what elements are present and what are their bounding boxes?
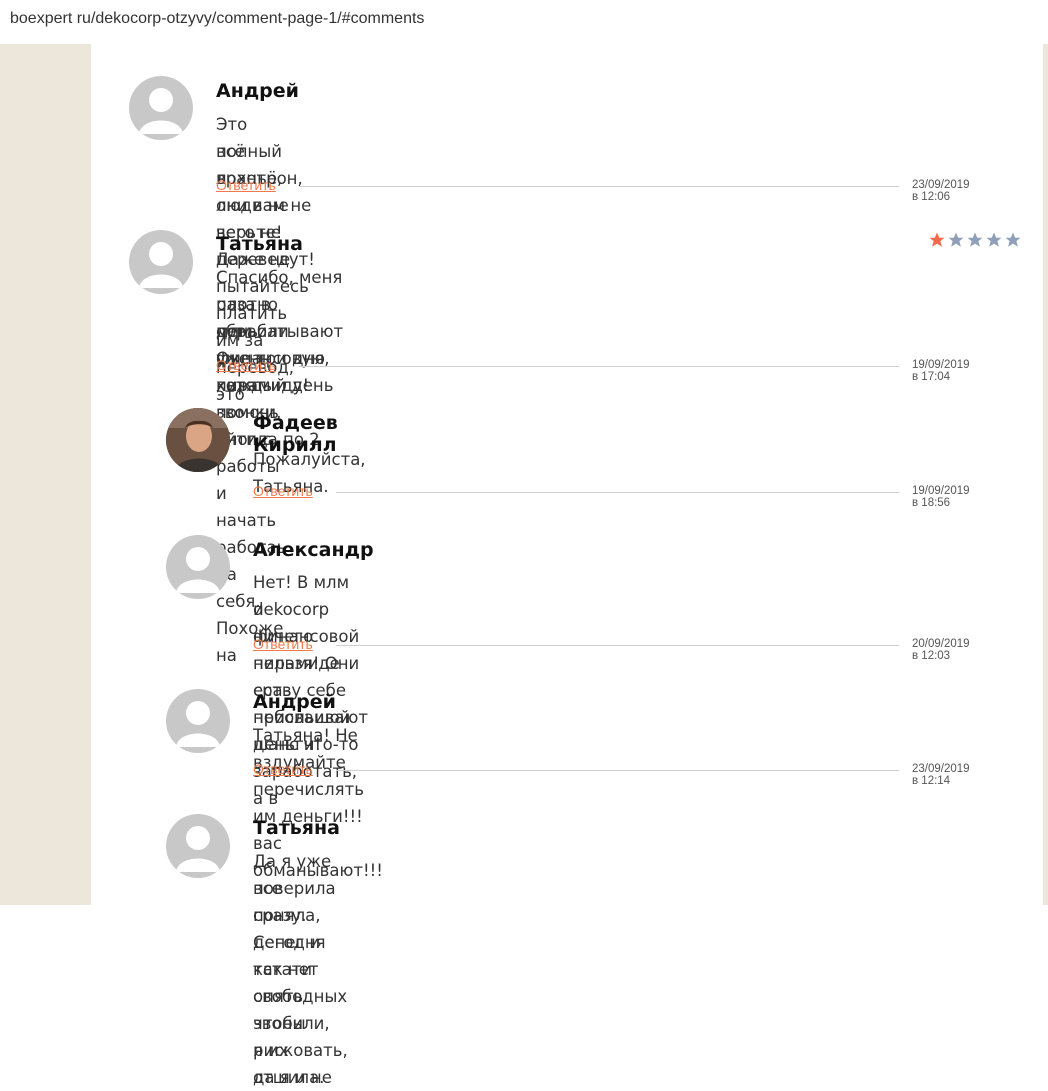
- star-filled-icon: [929, 232, 945, 247]
- reply-link[interactable]: Ответить: [216, 177, 276, 193]
- comment-date: 20/09/2019 в 12:03: [912, 638, 970, 662]
- address-bar[interactable]: boexpert ru/dekocorp-otzyvy/comment-page…: [0, 0, 1048, 44]
- divider: [336, 492, 899, 493]
- comment-date: 19/09/2019 в 17:04: [912, 359, 970, 383]
- default-avatar-icon: [129, 230, 193, 294]
- comment-author: Андрей: [253, 691, 336, 713]
- default-avatar-icon: [166, 814, 230, 878]
- divider: [299, 366, 899, 367]
- reply-link[interactable]: Ответить: [253, 636, 313, 652]
- comment-date: 23/09/2019 в 12:14: [912, 763, 970, 787]
- default-avatar-icon: [166, 689, 230, 753]
- comment-date: 23/09/2019 в 12:06: [912, 179, 970, 203]
- comment-author: Александр: [253, 539, 374, 561]
- star-empty-icon: [1005, 232, 1021, 247]
- user-photo-avatar: [166, 408, 230, 472]
- divider: [299, 186, 899, 187]
- default-avatar-icon: [166, 535, 230, 599]
- rating-stars: [928, 231, 1022, 249]
- comment-text-line: поверила сразу. Сегодня кстати опять зво…: [253, 879, 336, 1087]
- star-empty-icon: [948, 232, 964, 247]
- divider: [336, 645, 899, 646]
- star-empty-icon: [967, 232, 983, 247]
- comment-date: 19/09/2019 в 18:56: [912, 485, 970, 509]
- comment-author: Татьяна: [253, 817, 340, 839]
- comment-author: Андрей: [216, 80, 299, 102]
- comment-author: Татьяна: [216, 233, 303, 255]
- divider: [336, 770, 899, 771]
- star-empty-icon: [986, 232, 1002, 247]
- page-margin-right: [1043, 44, 1048, 905]
- reply-link[interactable]: Ответить: [253, 483, 313, 499]
- reply-link[interactable]: Ответить: [253, 761, 313, 777]
- reply-link[interactable]: Ответить: [216, 357, 276, 373]
- default-avatar-icon: [129, 76, 193, 140]
- comments-section: Андрей Это полный лохотрон, люди не верь…: [91, 44, 1043, 1087]
- url-text: boexpert ru/dekocorp-otzyvy/comment-page…: [10, 10, 425, 27]
- page-margin-left: [0, 44, 91, 905]
